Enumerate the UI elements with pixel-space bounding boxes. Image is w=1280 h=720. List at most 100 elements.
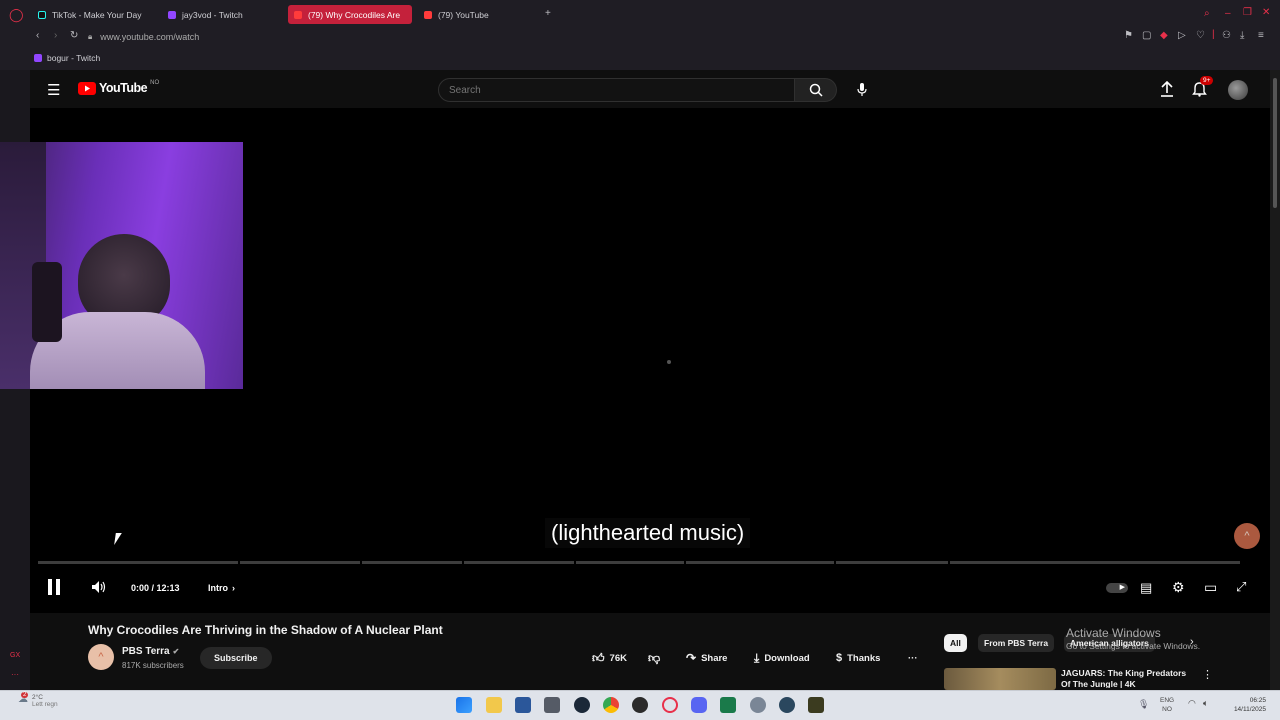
chip-label: All: [950, 638, 961, 648]
recommendation-menu-icon[interactable]: ⋮: [1202, 668, 1213, 681]
player-icon[interactable]: ▷: [1178, 30, 1186, 41]
opera-logo-icon[interactable]: ◯: [9, 7, 24, 23]
channel-avatar[interactable]: ^: [88, 644, 114, 670]
vpn-icon[interactable]: ◆: [1160, 30, 1168, 41]
channel-name[interactable]: PBS Terra ✔: [122, 646, 179, 657]
account-icon[interactable]: ⚇: [1222, 30, 1231, 41]
bookmark-icon[interactable]: ⚑: [1124, 30, 1133, 41]
language-indicator[interactable]: ENG NO: [1160, 696, 1174, 714]
hamburger-menu-icon[interactable]: ☰: [47, 81, 60, 99]
chapter-gap: [684, 561, 686, 564]
twitch-icon: [34, 54, 42, 62]
twitch-icon: [168, 10, 176, 19]
subscriber-count: 817K subscribers: [122, 661, 184, 670]
chip-label: From PBS Terra: [984, 638, 1049, 648]
settings-app-icon[interactable]: [750, 697, 766, 713]
more-icon[interactable]: ···: [11, 670, 19, 679]
steam-icon[interactable]: [574, 697, 590, 713]
settings-gear-icon[interactable]: ⚙: [1172, 579, 1185, 596]
recommendation-title[interactable]: JAGUARS: The King Predators Of The Jungl…: [1061, 668, 1191, 688]
chip-from-channel[interactable]: From PBS Terra: [978, 634, 1055, 652]
download-icon[interactable]: ⤓: [1240, 30, 1244, 41]
dislike-button[interactable]: 👎︎: [648, 647, 660, 669]
maximize-icon[interactable]: ❐: [1243, 7, 1252, 18]
chip-all[interactable]: All: [944, 634, 967, 652]
like-count: 76K: [609, 652, 627, 664]
upload-button[interactable]: [1160, 80, 1174, 102]
chapter-gap: [574, 561, 576, 564]
obs-icon[interactable]: [632, 697, 648, 713]
chrome-icon[interactable]: [603, 697, 619, 713]
volume-button[interactable]: [91, 580, 107, 599]
voice-search-button[interactable]: [852, 80, 872, 100]
new-tab-icon[interactable]: +: [545, 8, 551, 19]
more-actions-button[interactable]: ···: [908, 647, 918, 669]
activate-windows-watermark: Activate Windows Go to Settings to activ…: [1066, 626, 1200, 651]
recommendation-thumbnail[interactable]: [944, 668, 1056, 690]
discord-icon[interactable]: [691, 697, 707, 713]
opera-gx-icon[interactable]: [662, 697, 678, 713]
menu-icon[interactable]: ≡: [1258, 30, 1264, 41]
spotify-app-icon[interactable]: [720, 697, 736, 713]
file-explorer-icon[interactable]: [486, 697, 502, 713]
miniplayer-icon[interactable]: ▭: [1204, 579, 1217, 596]
weather-widget[interactable]: ☁ 2°C Lett regn 2: [18, 692, 58, 708]
speaker-icon[interactable]: 🔈︎: [1203, 698, 1208, 709]
calculator-icon[interactable]: [515, 697, 531, 713]
thumbs-down-icon: 👎︎: [648, 650, 661, 665]
back-icon[interactable]: ‹: [36, 30, 39, 41]
microphone-tray-icon[interactable]: 🎙︎: [1138, 699, 1149, 710]
scrollbar[interactable]: [1270, 70, 1280, 690]
fullscreen-icon[interactable]: ⤢: [1236, 579, 1246, 595]
notifications-button[interactable]: 9+: [1192, 76, 1214, 102]
subtitles-icon[interactable]: ▤: [1140, 580, 1152, 596]
subscribe-button[interactable]: Subscribe: [200, 647, 272, 669]
download-arrow-icon: ⤓: [754, 650, 760, 665]
search-input[interactable]: [439, 79, 769, 101]
autoplay-toggle[interactable]: ▶: [1106, 583, 1128, 593]
youtube-logo[interactable]: YouTube NO: [78, 80, 159, 95]
webcam-overlay: [0, 142, 243, 389]
minimize-icon[interactable]: –: [1225, 8, 1231, 19]
gx-icon[interactable]: GX: [10, 652, 20, 659]
terminal-icon[interactable]: [808, 697, 824, 713]
heart-icon[interactable]: ♡: [1196, 30, 1205, 41]
progress-bar[interactable]: [38, 561, 1240, 564]
tab-youtube-video[interactable]: (79) Why Crocodiles Are: [288, 5, 412, 24]
steam-client-icon[interactable]: [779, 697, 795, 713]
clock[interactable]: 06:25 14/11/2025: [1222, 696, 1266, 714]
microphone-icon: [857, 83, 867, 96]
tab-label: TikTok - Make Your Day: [52, 9, 142, 20]
share-button[interactable]: ↷ Share: [686, 647, 727, 669]
like-button[interactable]: 👍︎ 76K: [592, 647, 627, 669]
search-button[interactable]: [795, 78, 837, 102]
notification-badge: 9+: [1200, 76, 1214, 85]
channel-watermark[interactable]: ^: [1234, 523, 1260, 549]
tab-twitch[interactable]: jay3vod - Twitch: [162, 5, 282, 24]
thanks-label: Thanks: [847, 652, 881, 664]
bookmark-label: bogur - Twitch: [47, 53, 101, 63]
weather-desc: Lett regn: [32, 701, 58, 708]
bookmark-item[interactable]: bogur - Twitch: [34, 53, 100, 63]
youtube-play-logo-icon: [78, 81, 96, 95]
reload-icon[interactable]: ↻: [70, 30, 78, 41]
tab-tiktok[interactable]: TikTok - Make Your Day: [32, 5, 157, 24]
chapter-button[interactable]: Intro ›: [208, 583, 235, 593]
search-box[interactable]: [438, 78, 795, 102]
address-bar[interactable]: 🔒︎ www.youtube.com/watch: [88, 29, 988, 44]
thanks-button[interactable]: $ Thanks: [836, 647, 880, 669]
avatar[interactable]: [1228, 80, 1248, 100]
time-display: 0:00 / 12:13: [131, 583, 180, 593]
pause-button[interactable]: [48, 579, 60, 595]
thanks-icon: $: [836, 652, 843, 664]
download-button[interactable]: ⤓ Download: [754, 647, 810, 669]
windows-start-icon[interactable]: [456, 697, 472, 713]
search-tabs-icon[interactable]: ⌕: [1204, 8, 1210, 19]
snapshot-icon[interactable]: ▢: [1142, 30, 1151, 41]
scrollbar-thumb[interactable]: [1273, 78, 1277, 208]
cube-app-icon[interactable]: [544, 697, 560, 713]
wifi-icon[interactable]: ◠: [1188, 698, 1196, 709]
close-icon[interactable]: ✕: [1262, 7, 1270, 18]
forward-icon[interactable]: ›: [54, 30, 57, 41]
tab-youtube-home[interactable]: (79) YouTube: [418, 5, 538, 24]
